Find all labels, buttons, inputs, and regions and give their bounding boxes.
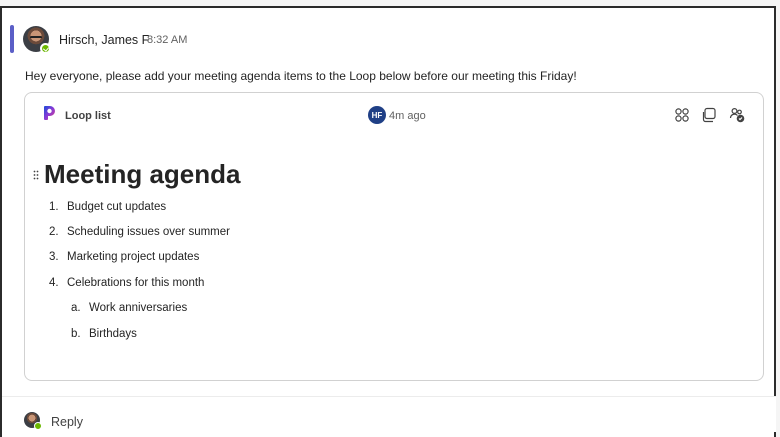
editor-avatar-badge[interactable]: HF — [368, 106, 386, 124]
drag-handle-icon[interactable] — [33, 170, 39, 180]
chat-message-frame: Hirsch, James F 8:32 AM Hey everyone, pl… — [0, 6, 776, 437]
list-item-number: 1. — [49, 201, 59, 213]
list-item-text: Scheduling issues over summer — [67, 226, 230, 238]
sub-list-item-text: Work anniversaries — [89, 302, 188, 314]
loop-title[interactable]: Meeting agenda — [44, 159, 240, 190]
message-time: 8:32 AM — [147, 34, 188, 46]
list-item[interactable]: 3. Marketing project updates — [49, 251, 199, 263]
sub-list-item[interactable]: a. Work anniversaries — [71, 302, 187, 314]
list-item-number: 2. — [49, 226, 59, 238]
sub-list-item-text: Birthdays — [89, 328, 137, 340]
list-item-number: 4. — [49, 277, 59, 289]
reply-bar[interactable]: Reply — [2, 396, 776, 432]
presence-available-icon — [34, 422, 42, 430]
list-item[interactable]: 4. Celebrations for this month — [49, 277, 204, 289]
list-item[interactable]: 2. Scheduling issues over summer — [49, 226, 230, 238]
message-accent-bar — [10, 25, 14, 53]
author-name[interactable]: Hirsch, James F — [59, 33, 149, 47]
list-item-number: 3. — [49, 251, 59, 263]
loop-list-label: Loop list — [65, 110, 111, 122]
list-item-text: Marketing project updates — [67, 251, 200, 263]
sub-list-item-letter: a. — [71, 302, 81, 314]
presence-available-icon — [40, 43, 51, 54]
author-avatar[interactable] — [23, 26, 51, 54]
share-access-icon[interactable] — [728, 106, 746, 124]
list-item-text: Celebrations for this month — [67, 277, 205, 289]
reply-avatar — [24, 412, 42, 430]
copy-link-icon[interactable] — [700, 106, 718, 124]
loop-card[interactable]: Loop list HF 4m ago Meeting agenda 1. Bu… — [24, 92, 764, 381]
message-text: Hey everyone, please add your meeting ag… — [25, 69, 577, 83]
list-item-text: Budget cut updates — [67, 201, 167, 213]
reply-button[interactable]: Reply — [51, 415, 83, 429]
sub-list-item[interactable]: b. Birthdays — [71, 328, 137, 340]
last-updated: 4m ago — [389, 110, 426, 122]
list-item[interactable]: 1. Budget cut updates — [49, 201, 166, 213]
loop-components-icon[interactable] — [673, 106, 691, 124]
sub-list-item-letter: b. — [71, 328, 81, 340]
loop-app-icon — [44, 106, 55, 120]
